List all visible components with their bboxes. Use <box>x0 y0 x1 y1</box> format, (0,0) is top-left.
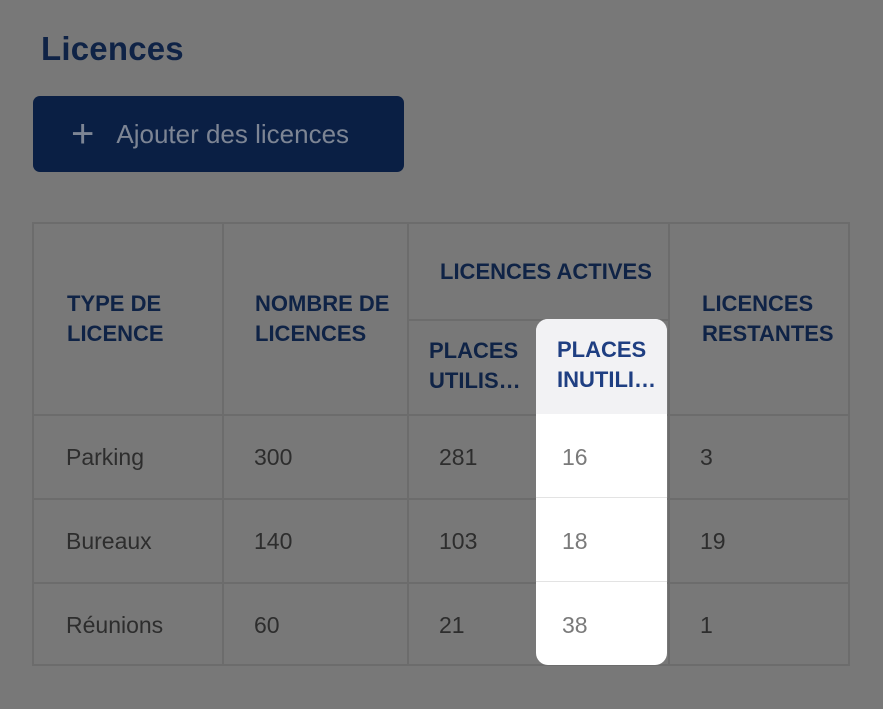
cell-unused: 16 <box>562 444 588 470</box>
page-title: Licences <box>41 30 184 67</box>
row-divider <box>34 582 848 584</box>
plus-icon: + <box>71 112 95 156</box>
cell-count: 140 <box>254 528 293 554</box>
cell-unused: 38 <box>562 612 588 638</box>
cell-count: 60 <box>254 612 280 638</box>
header-type-line1: TYPE DE <box>67 291 162 316</box>
add-licences-button[interactable]: + Ajouter des licences <box>33 96 404 172</box>
cell-type: Parking <box>66 444 144 470</box>
column-divider <box>222 224 224 664</box>
header-divider <box>34 414 848 416</box>
cell-used: 103 <box>439 528 478 554</box>
cell-count: 300 <box>254 444 293 470</box>
header-unused-places[interactable]: PLACES INUTILI… <box>536 319 667 414</box>
cell-type: Bureaux <box>66 528 152 554</box>
header-remaining-licences[interactable]: LICENCES RESTANTES <box>702 289 834 349</box>
column-divider <box>407 224 409 664</box>
cell-remaining: 19 <box>700 528 726 554</box>
header-count-line1: NOMBRE DE <box>255 291 390 316</box>
header-remaining-line1: LICENCES <box>702 291 814 316</box>
header-type-line2: LICENCE <box>67 321 164 346</box>
header-remaining-line2: RESTANTES <box>702 321 834 346</box>
cell-used: 21 <box>439 612 465 638</box>
add-licences-label: Ajouter des licences <box>116 118 350 149</box>
cell-remaining: 3 <box>700 444 713 470</box>
column-divider <box>668 224 670 664</box>
row-divider <box>536 497 667 498</box>
licences-table: TYPE DE LICENCE NOMBRE DE LICENCES LICEN… <box>32 222 850 666</box>
header-active-licences-group: LICENCES ACTIVES <box>440 259 652 284</box>
header-used-line2: UTILIS… <box>429 368 521 393</box>
cell-used: 281 <box>439 444 478 470</box>
cell-unused: 18 <box>562 528 588 554</box>
header-unused-line1: PLACES <box>557 337 647 362</box>
header-used-line1: PLACES <box>429 338 519 363</box>
cell-type: Réunions <box>66 612 164 638</box>
header-type-of-licence[interactable]: TYPE DE LICENCE <box>67 289 164 349</box>
header-number-of-licences[interactable]: NOMBRE DE LICENCES <box>255 289 389 349</box>
header-count-line2: LICENCES <box>255 321 367 346</box>
cell-remaining: 1 <box>700 612 713 638</box>
row-divider <box>34 498 848 500</box>
highlighted-column-unused-places: PLACES INUTILI… 16 18 38 <box>536 319 667 665</box>
row-divider <box>536 581 667 582</box>
header-unused-line2: INUTILI… <box>557 367 656 392</box>
header-used-places[interactable]: PLACES UTILIS… <box>429 336 521 396</box>
